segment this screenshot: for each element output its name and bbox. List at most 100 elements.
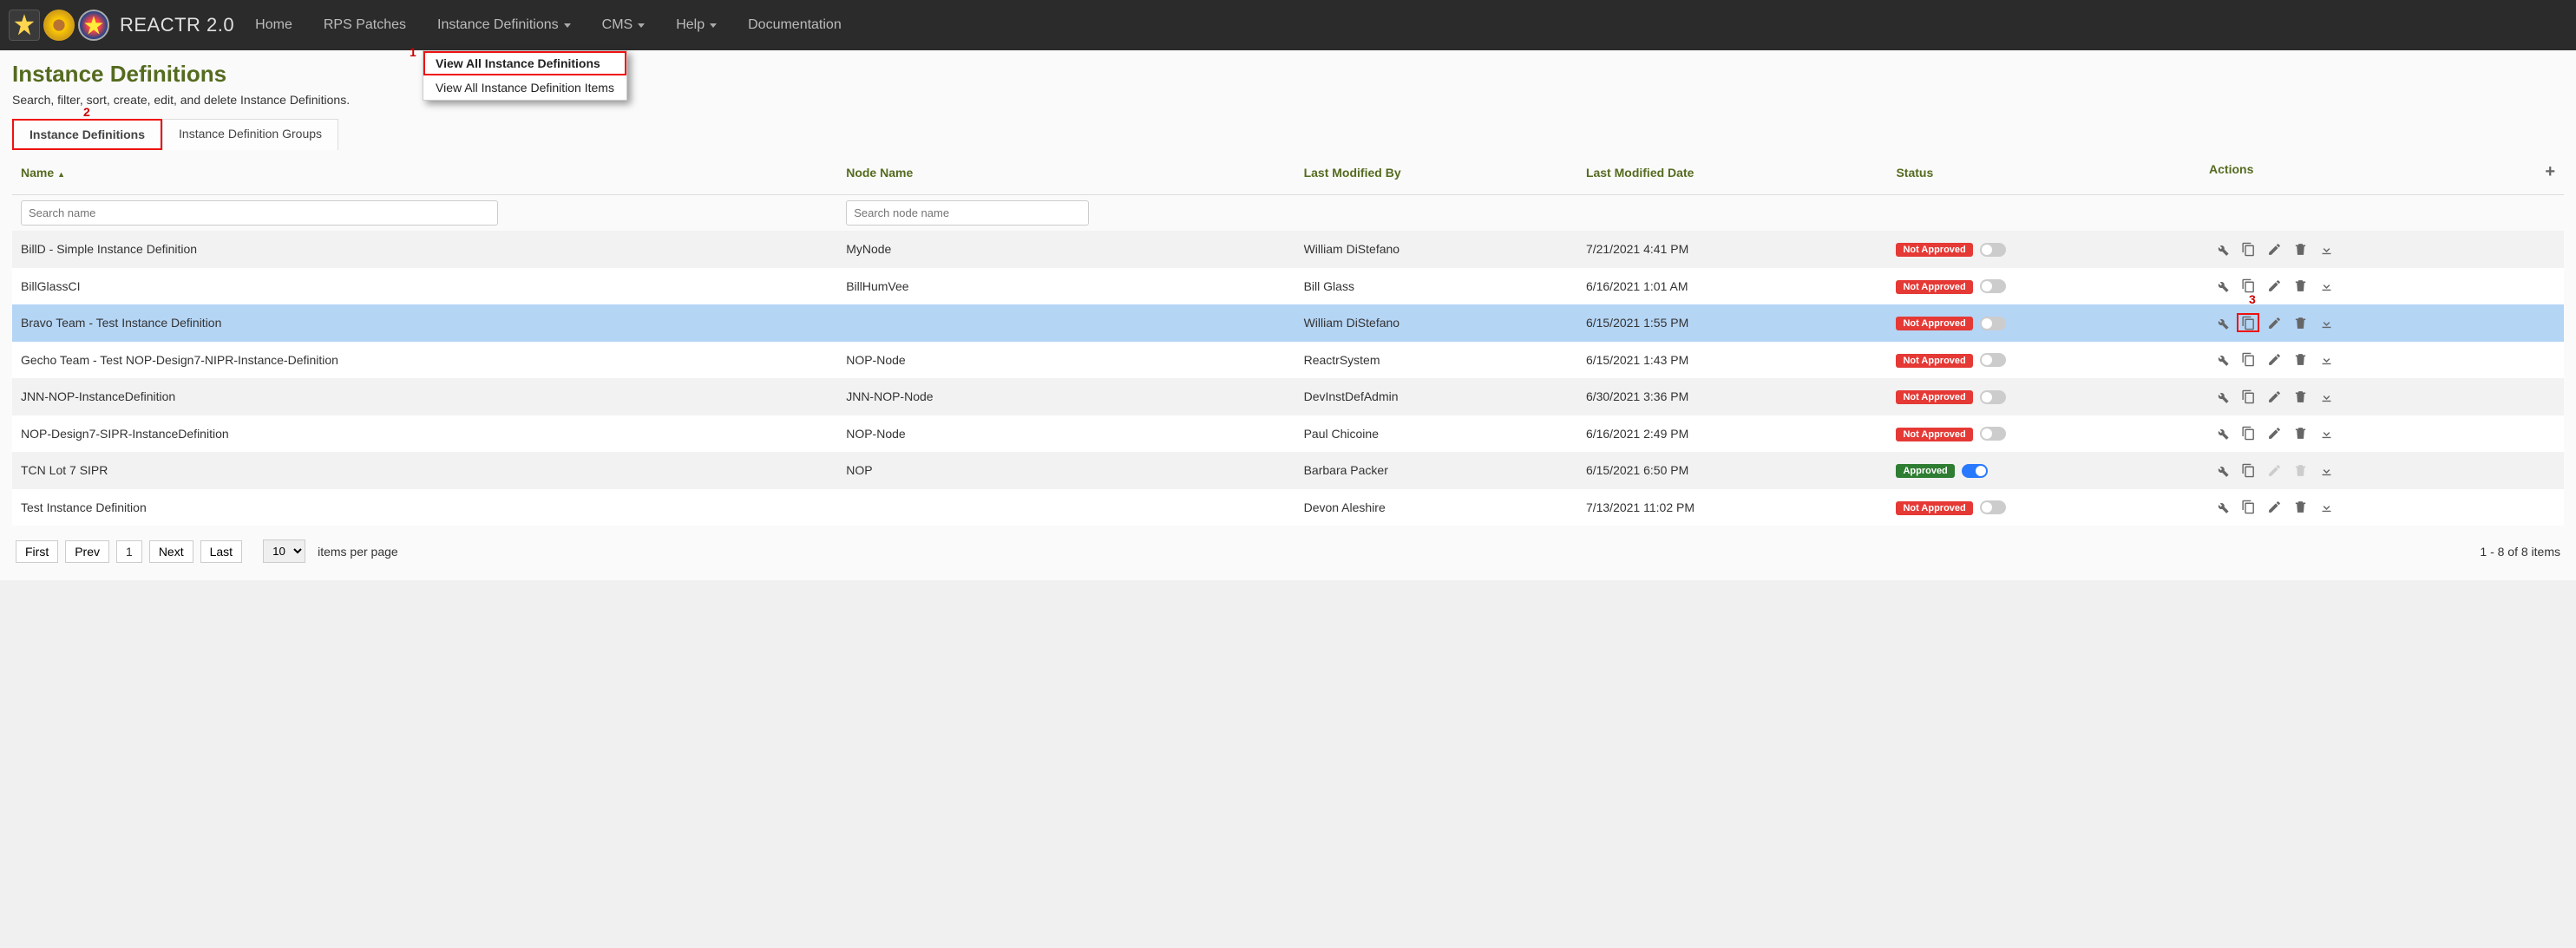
cell-node-name: BillHumVee [837,268,1295,305]
search-name-input[interactable] [21,200,498,226]
page-size-select[interactable]: 10 [263,539,305,563]
status-badge: Not Approved [1896,317,1972,330]
search-node-input[interactable] [846,200,1089,226]
tabs: Instance Definitions Instance Definition… [12,119,2564,150]
copy-icon[interactable] [2237,498,2259,517]
tab-instance-definition-groups[interactable]: Instance Definition Groups [162,119,338,150]
approve-toggle[interactable] [1980,427,2006,441]
cell-actions [2200,489,2564,526]
trash-icon[interactable] [2289,424,2311,443]
pencil-icon[interactable] [2263,498,2285,517]
wrench-icon[interactable] [2211,277,2233,296]
download-icon[interactable] [2315,461,2337,480]
table-row[interactable]: BillD - Simple Instance DefinitionMyNode… [12,231,2564,268]
tab-instance-definitions[interactable]: Instance Definitions [12,119,162,150]
wrench-icon[interactable] [2211,461,2233,480]
cell-node-name [837,304,1295,342]
wrench-icon[interactable] [2211,387,2233,406]
page-subtitle: Search, filter, sort, create, edit, and … [12,93,2564,107]
table-row[interactable]: Bravo Team - Test Instance DefinitionWil… [12,304,2564,342]
approve-toggle[interactable] [1980,243,2006,257]
cell-modified-by: William DiStefano [1295,304,1577,342]
copy-icon[interactable] [2237,461,2259,480]
pencil-icon[interactable] [2263,387,2285,406]
pager-prev[interactable]: Prev [65,540,109,563]
table-row[interactable]: Gecho Team - Test NOP-Design7-NIPR-Insta… [12,342,2564,379]
copy-icon[interactable] [2237,350,2259,369]
nav-rps-patches[interactable]: RPS Patches [324,17,406,33]
cell-actions [2200,452,2564,489]
download-icon[interactable] [2315,277,2337,296]
add-button[interactable]: + [2545,162,2555,182]
dropdown-view-all-instance-definitions[interactable]: View All Instance Definitions [423,51,626,75]
col-name[interactable]: Name [12,150,837,195]
col-last-modified-by[interactable]: Last Modified By [1295,150,1577,195]
cell-status: Not Approved [1887,304,2200,342]
nav-cms[interactable]: CMS [602,17,646,33]
download-icon[interactable] [2315,313,2337,332]
copy-icon[interactable] [2237,387,2259,406]
approve-toggle[interactable] [1980,500,2006,514]
nav-instance-definitions[interactable]: Instance Definitions [437,17,571,33]
wrench-icon[interactable] [2211,424,2233,443]
table-row[interactable]: BillGlassCIBillHumVeeBill Glass6/16/2021… [12,268,2564,305]
dropdown-view-all-instance-definition-items[interactable]: View All Instance Definition Items [423,75,626,100]
copy-icon[interactable] [2237,277,2259,296]
wrench-icon[interactable] [2211,239,2233,258]
nav-home[interactable]: Home [255,17,292,33]
table-row[interactable]: Test Instance DefinitionDevon Aleshire7/… [12,489,2564,526]
wrench-icon[interactable] [2211,350,2233,369]
army-logo-icon [9,10,40,41]
callout-2: 2 [83,105,90,119]
approve-toggle[interactable] [1980,317,2006,330]
nav-help[interactable]: Help [676,17,717,33]
trash-icon[interactable] [2289,313,2311,332]
wrench-icon[interactable] [2211,498,2233,517]
pager-last[interactable]: Last [200,540,242,563]
pencil-icon[interactable] [2263,239,2285,258]
navbar: REACTR 2.0 Home RPS Patches Instance Def… [0,0,2576,50]
trash-icon[interactable] [2289,498,2311,517]
status-badge: Not Approved [1896,501,1972,515]
col-last-modified-date[interactable]: Last Modified Date [1577,150,1888,195]
download-icon[interactable] [2315,424,2337,443]
cell-modified-date: 6/16/2021 1:01 AM [1577,268,1888,305]
pager-page-number[interactable]: 1 [116,540,142,563]
approve-toggle[interactable] [1980,279,2006,293]
nav-items: Home RPS Patches Instance Definitions CM… [255,17,842,33]
col-actions: Actions + [2200,150,2564,195]
trash-icon[interactable] [2289,239,2311,258]
pencil-icon[interactable] [2263,424,2285,443]
pencil-icon[interactable] [2263,277,2285,296]
table-row[interactable]: JNN-NOP-InstanceDefinitionJNN-NOP-NodeDe… [12,378,2564,415]
nav-documentation[interactable]: Documentation [748,17,842,33]
trash-icon[interactable] [2289,350,2311,369]
pencil-icon[interactable] [2263,313,2285,332]
cell-modified-by: Devon Aleshire [1295,489,1577,526]
trash-icon[interactable] [2289,387,2311,406]
table-row[interactable]: TCN Lot 7 SIPRNOPBarbara Packer6/15/2021… [12,452,2564,489]
download-icon[interactable] [2315,350,2337,369]
copy-icon[interactable] [2237,424,2259,443]
download-icon[interactable] [2315,498,2337,517]
pencil-icon[interactable] [2263,350,2285,369]
cell-modified-by: ReactrSystem [1295,342,1577,379]
cell-name: Gecho Team - Test NOP-Design7-NIPR-Insta… [12,342,837,379]
wrench-icon[interactable] [2211,313,2233,332]
logo-group [9,10,109,41]
download-icon[interactable] [2315,239,2337,258]
table-row[interactable]: NOP-Design7-SIPR-InstanceDefinitionNOP-N… [12,415,2564,453]
copy-icon[interactable] [2237,239,2259,258]
pager-first[interactable]: First [16,540,58,563]
approve-toggle[interactable] [1980,353,2006,367]
approve-toggle[interactable] [1962,464,1988,478]
col-status[interactable]: Status [1887,150,2200,195]
chevron-down-icon [710,23,717,28]
copy-icon[interactable] [2237,313,2259,332]
approve-toggle[interactable] [1980,390,2006,404]
trash-icon[interactable] [2289,277,2311,296]
status-badge: Not Approved [1896,390,1972,404]
download-icon[interactable] [2315,387,2337,406]
col-node-name[interactable]: Node Name [837,150,1295,195]
pager-next[interactable]: Next [149,540,193,563]
